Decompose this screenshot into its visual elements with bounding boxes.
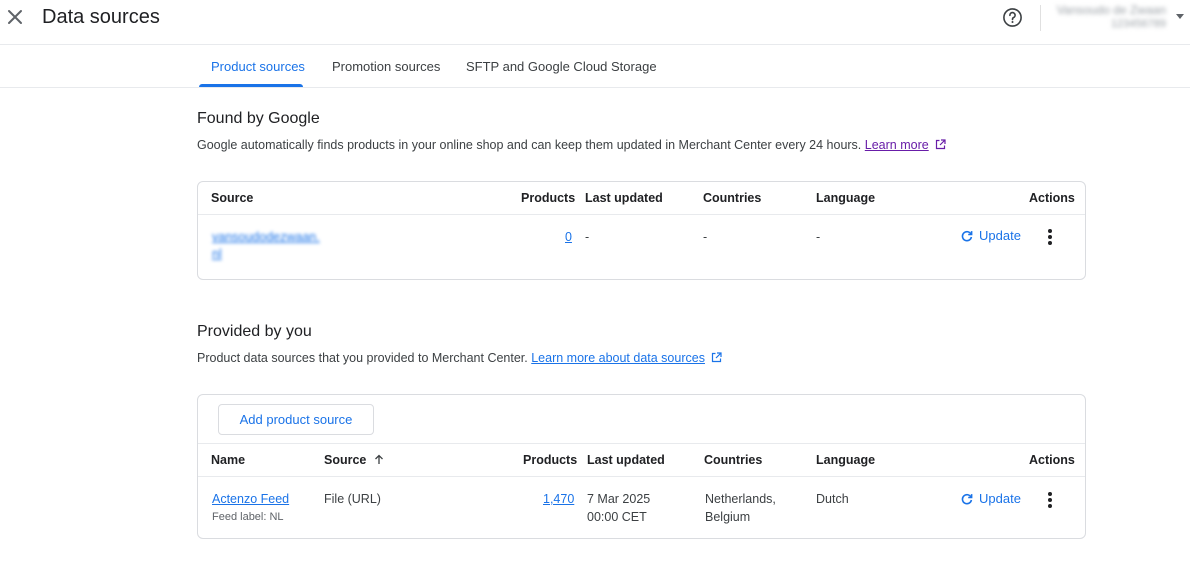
col-header-name: Name: [211, 453, 246, 467]
language-value: Dutch: [816, 492, 849, 506]
refresh-icon: [961, 230, 973, 242]
countries-line2: Belgium: [705, 510, 751, 524]
col-header-actions: Actions: [1029, 191, 1075, 205]
source-link-line1[interactable]: vansoudodezwaan.: [212, 230, 320, 244]
active-tab-indicator: [199, 84, 303, 87]
account-id: 123456789: [1110, 18, 1166, 30]
col-header-source[interactable]: Source: [324, 453, 384, 467]
found-desc-text: Google automatically finds products in y…: [197, 138, 862, 152]
found-sources-table: Source Products Last updated Countries L…: [197, 181, 1086, 280]
language-value: -: [816, 230, 821, 244]
update-button[interactable]: Update: [961, 491, 1021, 506]
update-label: Update: [979, 228, 1021, 243]
tab-product-sources[interactable]: Product sources: [211, 59, 305, 74]
provided-by-you-title: Provided by you: [197, 323, 312, 340]
col-header-language: Language: [816, 191, 876, 205]
close-icon[interactable]: [6, 8, 24, 26]
found-by-google-title: Found by Google: [197, 110, 320, 127]
update-button[interactable]: Update: [961, 228, 1021, 243]
toolbar-divider-line: [198, 443, 1085, 444]
tab-bar: Product sources Promotion sources SFTP a…: [0, 45, 1190, 88]
header-divider-line: [198, 476, 1085, 477]
provided-by-you-description: Product data sources that you provided t…: [197, 351, 722, 365]
learn-more-data-sources-link[interactable]: Learn more about data sources: [531, 351, 705, 365]
products-count-link[interactable]: 1,470: [543, 492, 574, 506]
learn-more-link[interactable]: Learn more: [865, 138, 929, 152]
col-header-source: Source: [211, 191, 254, 205]
last-updated-time: 00:00 CET: [587, 510, 647, 524]
last-updated-value: -: [585, 230, 590, 244]
refresh-icon: [961, 493, 973, 505]
add-product-source-button[interactable]: Add product source: [218, 404, 374, 435]
account-switcher[interactable]: Vansoudo de Zwaan 123456789: [1050, 3, 1174, 33]
col-header-products: Products: [523, 453, 578, 467]
col-header-products: Products: [521, 191, 576, 205]
source-type-value: File (URL): [324, 492, 381, 506]
countries-line1: Netherlands,: [705, 492, 776, 506]
chevron-down-icon[interactable]: [1176, 14, 1184, 19]
more-vert-icon[interactable]: [1046, 228, 1054, 246]
feed-label: Feed label: NL: [212, 511, 284, 523]
header-divider-line: [198, 214, 1085, 215]
update-label: Update: [979, 491, 1021, 506]
external-link-icon[interactable]: [711, 352, 722, 363]
more-vert-icon[interactable]: [1046, 491, 1054, 509]
tab-promotion-sources[interactable]: Promotion sources: [332, 59, 440, 74]
provided-desc-text: Product data sources that you provided t…: [197, 351, 528, 365]
col-header-actions: Actions: [1029, 453, 1075, 467]
page-title: Data sources: [42, 6, 160, 28]
help-icon[interactable]: [1002, 7, 1023, 28]
col-header-last-updated: Last updated: [587, 453, 665, 467]
feed-name-link[interactable]: Actenzo Feed: [212, 492, 289, 506]
col-header-language: Language: [816, 453, 876, 467]
top-bar: Data sources Vansoudo de Zwaan 123456789: [0, 0, 1190, 45]
products-count-link[interactable]: 0: [565, 230, 572, 244]
col-header-countries: Countries: [703, 191, 762, 205]
countries-value: -: [703, 230, 708, 244]
last-updated-date: 7 Mar 2025: [587, 492, 651, 506]
arrow-up-icon: [374, 454, 383, 464]
col-header-last-updated: Last updated: [585, 191, 663, 205]
account-name: Vansoudo de Zwaan: [1056, 3, 1166, 17]
provided-sources-table: Add product source Name Source Products …: [197, 394, 1086, 539]
external-link-icon[interactable]: [935, 139, 946, 150]
col-header-countries: Countries: [704, 453, 763, 467]
tab-sftp-gcs[interactable]: SFTP and Google Cloud Storage: [466, 59, 657, 74]
header-divider: [1040, 5, 1041, 31]
found-by-google-description: Google automatically finds products in y…: [197, 138, 946, 152]
source-link-line2[interactable]: nl: [212, 247, 222, 261]
